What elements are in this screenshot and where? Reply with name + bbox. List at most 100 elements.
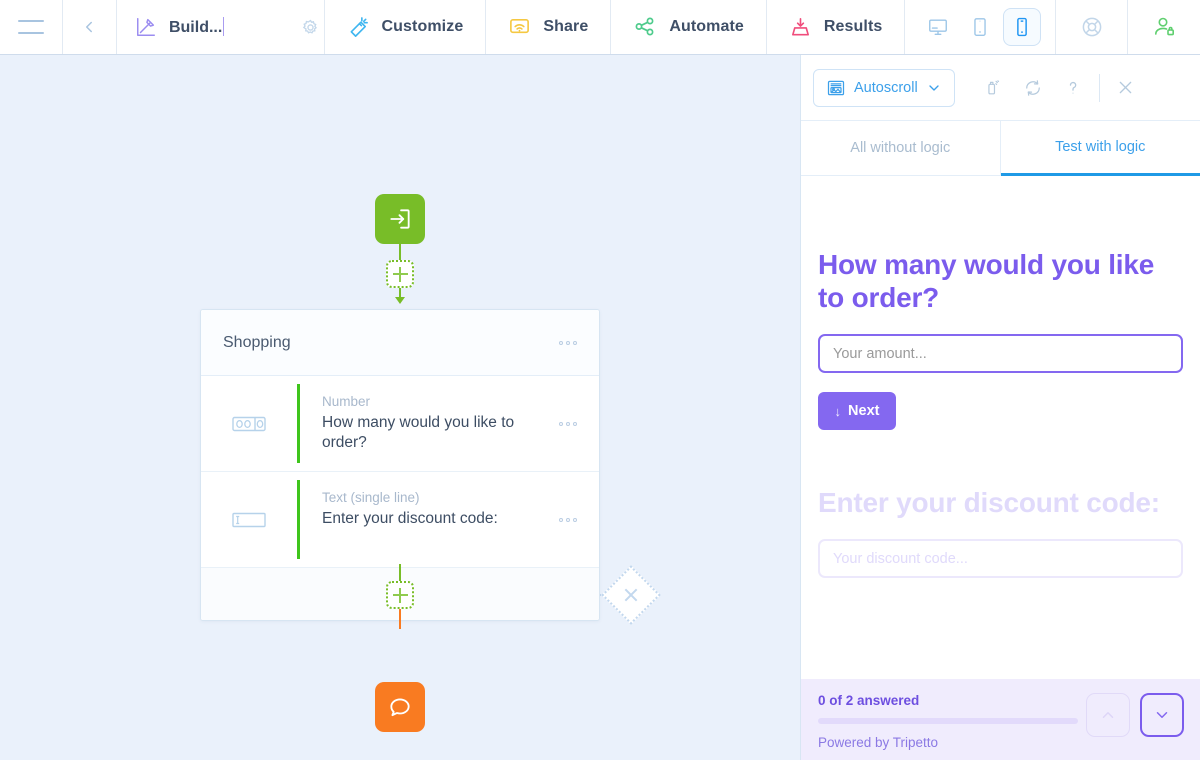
- question-2-placeholder: Your discount code...: [833, 550, 968, 567]
- share-screen-icon: [510, 18, 530, 33]
- build-pencil-icon: [136, 18, 155, 36]
- add-branch-diamond[interactable]: [601, 565, 661, 625]
- tab-test-with-logic[interactable]: Test with logic: [1000, 121, 1200, 176]
- question-2-input[interactable]: Your discount code...: [818, 539, 1183, 578]
- tab-customize[interactable]: Customize: [325, 0, 487, 54]
- card-title: Shopping: [223, 333, 291, 351]
- panel-help-button[interactable]: [1053, 69, 1093, 107]
- connector-start-to-add: [399, 244, 401, 260]
- restart-button[interactable]: [1013, 69, 1053, 107]
- help-button[interactable]: [1056, 0, 1129, 54]
- table-row[interactable]: Text (single line) Enter your discount c…: [201, 472, 599, 568]
- preview-panel: Autoscroll All without logic Test with l…: [800, 55, 1200, 760]
- chevron-down-icon: [1156, 712, 1168, 718]
- row-menu-button[interactable]: [547, 376, 577, 471]
- hamburger-menu-icon: [17, 20, 44, 34]
- enter-arrow-icon: [390, 209, 410, 229]
- row-question-label: Enter your discount code:: [322, 510, 498, 527]
- table-row[interactable]: Number How many would you like to order?: [201, 376, 599, 472]
- tab-customize-label: Customize: [381, 18, 464, 35]
- card-menu-button[interactable]: [559, 340, 577, 345]
- row-type-label: Text (single line): [322, 490, 420, 505]
- account-button[interactable]: [1128, 0, 1200, 54]
- form-footer: 0 of 2 answered Powered by Tripetto: [801, 679, 1200, 760]
- tab-build[interactable]: Build...: [117, 0, 325, 54]
- row-menu-button[interactable]: [547, 472, 577, 567]
- menu-button[interactable]: [0, 0, 63, 54]
- app-root: Build... Customize Share Automate Result…: [0, 0, 1200, 760]
- form-question-1: How many would you like to order? Your a…: [801, 176, 1200, 430]
- device-tablet-button[interactable]: [961, 8, 999, 46]
- toolbar-divider: [1098, 73, 1100, 102]
- chevron-left-icon: [86, 21, 93, 33]
- start-node[interactable]: [375, 194, 425, 244]
- text-caret: [223, 17, 225, 36]
- question-1-placeholder: Your amount...: [833, 345, 927, 362]
- project-settings-button[interactable]: [301, 18, 320, 37]
- question-2-title: Enter your discount code:: [818, 487, 1160, 518]
- mobile-icon: [1017, 17, 1028, 37]
- results-inbox-icon: [791, 17, 809, 36]
- project-name-field[interactable]: Build...: [169, 17, 226, 37]
- back-button[interactable]: [63, 0, 117, 54]
- arrow-head-down: [395, 297, 405, 304]
- preview-toolbar: Autoscroll: [801, 55, 1200, 120]
- tab-test-with-logic-label: Test with logic: [1055, 139, 1146, 155]
- snapshot-icon: [988, 80, 1000, 95]
- automate-nodes-icon: [635, 17, 654, 36]
- autoscroll-dropdown[interactable]: Autoscroll: [813, 68, 955, 107]
- device-desktop-button[interactable]: [919, 8, 957, 46]
- text-field-icon: [232, 512, 266, 527]
- tablet-icon: [974, 18, 987, 36]
- device-mobile-button[interactable]: [1003, 8, 1042, 46]
- desktop-icon: [929, 19, 948, 36]
- question-1-title: How many would you like to order?: [818, 249, 1155, 313]
- magic-wand-icon: [350, 16, 368, 37]
- speech-bubble-icon: [390, 698, 410, 717]
- user-lock-icon: [1155, 17, 1175, 36]
- chevron-down-icon: [929, 84, 939, 91]
- card-header[interactable]: Shopping: [201, 310, 599, 376]
- snapshot-button[interactable]: [973, 69, 1013, 107]
- autoscroll-icon: [827, 80, 845, 95]
- tab-results[interactable]: Results: [767, 0, 906, 54]
- plus-icon-bar: [392, 273, 408, 275]
- tab-share[interactable]: Share: [486, 0, 612, 54]
- close-panel-button[interactable]: [1106, 69, 1146, 107]
- next-button[interactable]: ↓ Next: [818, 392, 896, 430]
- chevron-up-icon: [1102, 712, 1114, 718]
- row-content: Number How many would you like to order?: [300, 376, 547, 471]
- question-1-input[interactable]: Your amount...: [818, 334, 1183, 373]
- connector-add-to-chat: [399, 609, 401, 629]
- gear-icon: [302, 19, 317, 34]
- add-block-top[interactable]: [386, 260, 414, 288]
- number-field-icon: [232, 416, 266, 431]
- row-content: Text (single line) Enter your discount c…: [300, 472, 547, 567]
- add-block-bottom[interactable]: [386, 581, 414, 609]
- plus-icon-bar: [392, 594, 408, 596]
- next-button-label: Next: [848, 403, 880, 419]
- row-icon-wrap: [201, 376, 297, 471]
- form-next-button[interactable]: [1140, 693, 1184, 737]
- progress-bar: [818, 718, 1078, 724]
- powered-by-label: Powered by Tripetto: [818, 735, 939, 750]
- top-toolbar: Build... Customize Share Automate Result…: [0, 0, 1200, 55]
- tab-share-label: Share: [543, 18, 589, 35]
- tab-all-without-logic[interactable]: All without logic: [801, 121, 1001, 176]
- row-type-label: Number: [322, 394, 371, 409]
- question-mark-icon: [1069, 81, 1076, 94]
- tab-automate[interactable]: Automate: [611, 0, 767, 54]
- tab-all-without-logic-label: All without logic: [850, 140, 951, 156]
- tab-results-label: Results: [823, 18, 883, 35]
- device-preview-switcher: [905, 0, 1057, 54]
- row-icon-wrap: [201, 472, 297, 567]
- chat-node[interactable]: [375, 682, 425, 732]
- form-preview[interactable]: How many would you like to order? Your a…: [801, 176, 1200, 760]
- form-prev-button[interactable]: [1086, 693, 1130, 737]
- preview-tabs: All without logic Test with logic: [801, 120, 1200, 176]
- tab-automate-label: Automate: [669, 18, 744, 35]
- project-name-text: Build...: [168, 19, 223, 36]
- autoscroll-label: Autoscroll: [854, 79, 918, 96]
- form-question-2: Enter your discount code: Your discount …: [801, 430, 1200, 578]
- flow-canvas[interactable]: Shopping Number How many would you like …: [0, 55, 800, 760]
